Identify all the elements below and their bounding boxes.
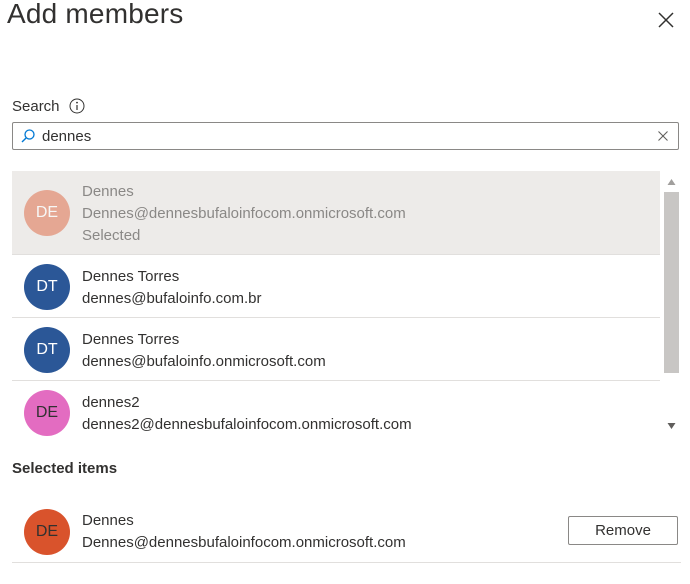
info-icon[interactable]	[69, 98, 85, 114]
result-text: Dennes Dennes@dennesbufaloinfocom.onmicr…	[82, 181, 406, 247]
add-members-panel: Add members Search DE	[0, 0, 690, 584]
avatar-initials: DT	[36, 278, 58, 295]
scroll-down-icon[interactable]	[667, 422, 676, 430]
clear-icon[interactable]	[657, 130, 669, 142]
panel-title: Add members	[7, 0, 184, 29]
avatar: DE	[24, 190, 70, 236]
search-label: Search	[12, 97, 60, 115]
results-scrollbar[interactable]	[662, 171, 681, 437]
result-list: DE Dennes Dennes@dennesbufaloinfocom.onm…	[12, 171, 660, 437]
close-icon[interactable]	[654, 8, 678, 32]
result-name: dennes2	[82, 394, 140, 411]
avatar-initials: DE	[35, 204, 59, 221]
result-text: Dennes Torres dennes@bufaloinfo.onmicros…	[82, 329, 326, 373]
result-text: Dennes Torres dennes@bufaloinfo.com.br	[82, 266, 262, 310]
selected-item-text: Dennes Dennes@dennesbufaloinfocom.onmicr…	[82, 510, 406, 554]
search-results: DE Dennes Dennes@dennesbufaloinfocom.onm…	[12, 171, 681, 437]
avatar-initials: DE	[35, 404, 59, 421]
result-row[interactable]: DE Dennes Dennes@dennesbufaloinfocom.onm…	[12, 171, 660, 255]
result-email: dennes@bufaloinfo.com.br	[82, 290, 262, 307]
selected-items-title: Selected items	[12, 460, 118, 477]
selected-item-email: Dennes@dennesbufaloinfocom.onmicrosoft.c…	[82, 534, 406, 551]
search-label-row: Search	[12, 96, 85, 116]
result-name: Dennes	[82, 183, 134, 200]
result-status: Selected	[82, 227, 141, 244]
avatar: DE	[24, 509, 70, 555]
selected-item-name: Dennes	[82, 512, 134, 529]
result-email: Dennes@dennesbufaloinfocom.onmicrosoft.c…	[82, 205, 406, 222]
avatar-initials: DT	[36, 341, 58, 358]
result-name: Dennes Torres	[82, 268, 180, 285]
avatar: DT	[24, 327, 70, 373]
result-name: Dennes Torres	[82, 331, 180, 348]
avatar-initials: DE	[35, 523, 59, 540]
result-text: dennes2 dennes2@dennesbufaloinfocom.onmi…	[82, 392, 412, 436]
search-input[interactable]	[42, 125, 657, 147]
result-email: dennes@bufaloinfo.onmicrosoft.com	[82, 353, 326, 370]
remove-button[interactable]: Remove	[568, 516, 678, 545]
result-row[interactable]: DE dennes2 dennes2@dennesbufaloinfocom.o…	[12, 381, 660, 437]
search-box[interactable]	[12, 122, 679, 150]
result-row[interactable]: DT Dennes Torres dennes@bufaloinfo.com.b…	[12, 255, 660, 318]
scroll-thumb[interactable]	[664, 192, 679, 373]
avatar: DT	[24, 264, 70, 310]
scroll-up-icon[interactable]	[667, 178, 676, 186]
selected-item-row: DE Dennes Dennes@dennesbufaloinfocom.onm…	[12, 500, 681, 563]
result-row[interactable]: DT Dennes Torres dennes@bufaloinfo.onmic…	[12, 318, 660, 381]
search-icon	[21, 129, 35, 143]
result-email: dennes2@dennesbufaloinfocom.onmicrosoft.…	[82, 416, 412, 433]
avatar: DE	[24, 390, 70, 436]
